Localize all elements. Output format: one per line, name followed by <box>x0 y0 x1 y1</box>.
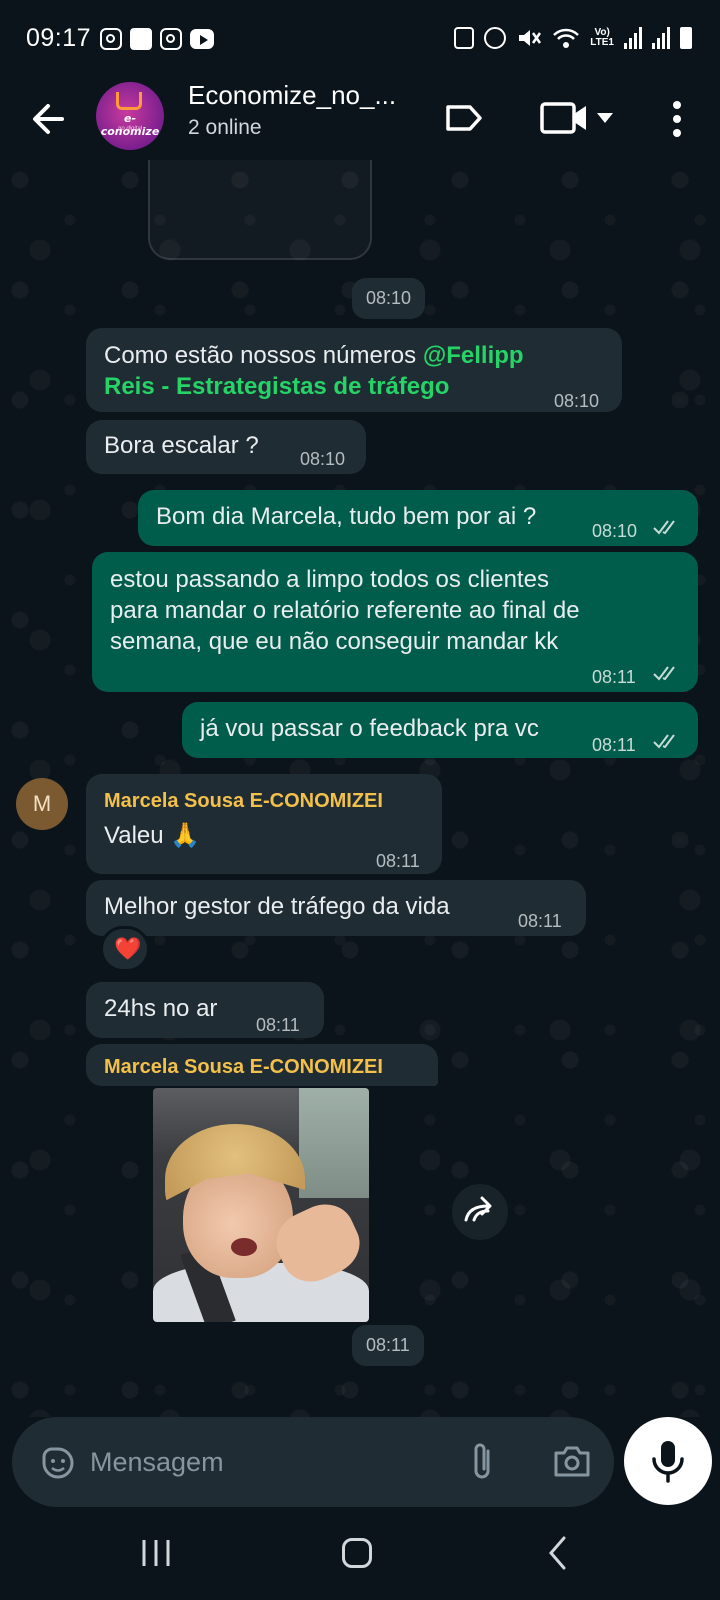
mic-icon <box>652 1441 684 1483</box>
system-nav-bar <box>0 1510 720 1600</box>
read-ticks-icon <box>653 666 675 681</box>
message-bubble-outgoing[interactable]: estou passando a limpo todos os clientes… <box>92 552 698 692</box>
more-vert-icon[interactable] <box>664 94 690 144</box>
mention-link[interactable]: @Fellipp <box>423 342 524 369</box>
camera-icon[interactable] <box>552 1443 592 1479</box>
message-bubble-incoming[interactable]: Marcela Sousa E-CONOMIZEI Valeu 🙏 08:11 <box>86 774 442 874</box>
instagram-icon <box>100 28 122 50</box>
message-text: Bom dia Marcela, tudo bem por ai ? <box>156 503 537 530</box>
mention-link[interactable]: Reis - Estrategistas de tráfego <box>104 371 449 402</box>
message-time: 08:10 <box>592 521 638 541</box>
message-bubble-incoming[interactable]: Bora escalar ? 08:10 <box>86 420 366 474</box>
message-bubble-incoming[interactable]: Marcela Sousa E-CONOMIZEI <box>86 1044 438 1086</box>
message-bubble-incoming[interactable]: Como estão nossos números @Fellipp Reis … <box>86 328 622 412</box>
video-call-icon[interactable] <box>540 98 590 138</box>
signal-icon <box>652 27 670 49</box>
back-icon[interactable] <box>548 1536 568 1570</box>
message-text: Como estão nossos números @Fellipp <box>104 342 524 369</box>
message-bubble-outgoing[interactable]: já vou passar o feedback pra vc 08:11 <box>182 702 698 758</box>
read-ticks-icon <box>653 520 675 535</box>
chat-title[interactable]: Economize_no_... <box>188 80 396 111</box>
status-time: 09:17 <box>26 24 92 52</box>
chevron-down-icon[interactable] <box>596 112 614 124</box>
message-text: estou passando a limpo todos os clientes… <box>110 566 580 655</box>
alarm-icon <box>484 27 507 49</box>
group-avatar[interactable]: e-conomize no digital <box>96 82 164 150</box>
chat-subtitle[interactable]: 2 online <box>188 116 262 140</box>
back-arrow-icon[interactable] <box>24 94 74 144</box>
message-text: Melhor gestor de tráfego da vida <box>104 893 450 920</box>
message-time: 08:11 <box>592 667 636 687</box>
message-time-chip: 08:11 <box>352 1325 424 1366</box>
signal-icon <box>624 27 642 49</box>
attach-paperclip-icon[interactable] <box>468 1439 496 1485</box>
composer <box>0 1417 720 1513</box>
chat-header: e-conomize no digital Economize_no_... 2… <box>0 80 720 160</box>
previous-image-message[interactable] <box>148 160 372 260</box>
message-time: 08:11 <box>518 911 562 931</box>
gif-message-image[interactable] <box>153 1088 369 1322</box>
battery-icon <box>680 27 692 49</box>
message-text: Valeu 🙏 <box>104 822 201 849</box>
message-text: 24hs no ar <box>104 995 218 1022</box>
notification-icons <box>100 28 214 50</box>
message-time: 08:11 <box>592 735 636 755</box>
message-input[interactable] <box>90 1439 450 1485</box>
reaction-heart[interactable]: ❤️ <box>100 926 150 972</box>
lock-icon <box>454 27 475 49</box>
network-type: Vo) LTE1 <box>590 27 614 48</box>
recent-apps-icon[interactable] <box>140 1538 172 1568</box>
mic-button[interactable] <box>624 1417 712 1505</box>
message-text: já vou passar o feedback pra vc <box>200 715 539 742</box>
message-text: Bora escalar ? <box>104 432 259 459</box>
sender-name[interactable]: Marcela Sousa E-CONOMIZEI <box>104 1052 383 1083</box>
sender-name[interactable]: Marcela Sousa E-CONOMIZEI <box>104 786 383 817</box>
message-time-chip: 08:10 <box>352 278 426 319</box>
message-bubble-incoming[interactable]: Melhor gestor de tráfego da vida 08:11 <box>86 880 586 936</box>
youtube-icon <box>190 29 214 49</box>
status-bar: 09:17 Vo) LTE1 <box>0 0 720 80</box>
message-time: 08:10 <box>300 449 346 469</box>
mute-icon <box>519 30 542 46</box>
gallery-icon <box>130 28 152 50</box>
message-time: 08:10 <box>554 391 600 411</box>
label-icon[interactable] <box>444 98 484 138</box>
message-bubble-outgoing[interactable]: Bom dia Marcela, tudo bem por ai ? 08:10 <box>138 490 698 546</box>
wifi-icon <box>553 28 580 48</box>
instagram-icon <box>160 28 182 50</box>
chat-messages[interactable]: 08:10 Como estão nossos números @Fellipp… <box>0 160 720 1417</box>
message-bubble-incoming[interactable]: 24hs no ar 08:11 <box>86 982 324 1038</box>
forward-icon[interactable] <box>452 1184 508 1240</box>
message-time: 08:11 <box>256 1015 300 1035</box>
avatar[interactable]: M <box>16 778 68 830</box>
cart-icon <box>116 92 142 110</box>
system-icons: Vo) LTE1 <box>454 26 692 50</box>
composer-pill <box>12 1417 614 1507</box>
emoji-sticker-icon[interactable] <box>40 1445 76 1481</box>
message-time: 08:11 <box>376 851 420 871</box>
read-ticks-icon <box>653 734 675 749</box>
home-icon[interactable] <box>342 1538 372 1568</box>
